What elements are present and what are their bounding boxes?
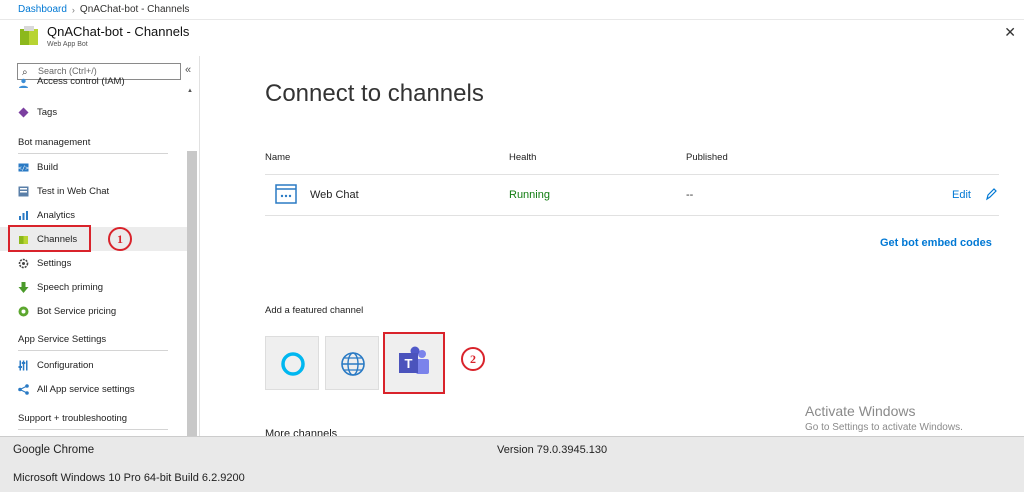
web-channel-tile[interactable] xyxy=(325,336,379,390)
channel-name[interactable]: Web Chat xyxy=(310,189,359,201)
code-icon: </> xyxy=(18,163,29,172)
section-title: Connect to channels xyxy=(265,80,484,107)
sidebar-item-tags[interactable]: Tags xyxy=(0,100,187,124)
breadcrumb-bar: Dashboard › QnAChat-bot - Channels xyxy=(0,0,1024,20)
table-divider xyxy=(265,215,999,216)
sidebar-item-test-web-chat[interactable]: Test in Web Chat xyxy=(0,179,187,203)
get-bot-embed-codes-link[interactable]: Get bot embed codes xyxy=(880,237,992,249)
section-support: Support + troubleshooting xyxy=(18,413,168,430)
sidebar-item-label: Build xyxy=(37,161,59,173)
webchat-icon xyxy=(275,184,297,204)
page-title: QnAChat-bot - Channels xyxy=(47,24,190,39)
table-divider xyxy=(265,174,999,175)
chevron-right-icon: › xyxy=(71,4,75,15)
channel-published: -- xyxy=(686,189,694,201)
web-icon xyxy=(341,352,365,376)
sidebar-item-label: Settings xyxy=(37,257,72,269)
collapse-sidebar-icon[interactable]: « xyxy=(185,64,191,76)
search-placeholder: Search (Ctrl+/) xyxy=(38,66,97,76)
breadcrumb-dashboard[interactable]: Dashboard xyxy=(18,4,67,15)
sidebar-item-label: Configuration xyxy=(37,359,94,371)
sidebar-item-label: Speech priming xyxy=(37,281,104,293)
more-channels-heading: More channels xyxy=(265,428,338,436)
column-header-health: Health xyxy=(509,152,537,163)
sidebar-item-label: Bot Service pricing xyxy=(37,305,117,317)
teams-channel-tile[interactable]: T xyxy=(383,332,445,394)
sidebar-item-label: All App service settings xyxy=(37,383,135,395)
sidebar-item-access-control[interactable]: Access control (IAM) xyxy=(0,76,187,94)
sidebar-item-speech-priming[interactable]: Speech priming xyxy=(0,275,187,299)
activation-watermark-title: Activate Windows xyxy=(805,403,916,419)
edit-link[interactable]: Edit xyxy=(952,189,971,201)
cortana-icon xyxy=(281,352,305,376)
people-icon xyxy=(19,78,28,88)
section-app-service-settings: App Service Settings xyxy=(18,334,168,351)
breadcrumb: Dashboard › QnAChat-bot - Channels xyxy=(18,4,189,15)
sidebar-item-settings[interactable]: Settings xyxy=(0,251,187,275)
close-icon[interactable]: ✕ xyxy=(1004,24,1016,41)
cortana-channel-tile[interactable] xyxy=(265,336,319,390)
sidebar-item-build[interactable]: </> Build xyxy=(0,155,187,179)
page-subtitle: Web App Bot xyxy=(47,41,88,48)
sidebar-item-all-app-service-settings[interactable]: All App service settings xyxy=(0,377,187,401)
breadcrumb-current: QnAChat-bot - Channels xyxy=(79,4,190,15)
annotation-step-1: 1 xyxy=(108,227,132,251)
annotation-step-2: 2 xyxy=(461,347,485,371)
main-content: Connect to channels Name Health Publishe… xyxy=(201,56,1024,436)
sidebar-item-bot-service-pricing[interactable]: Bot Service pricing xyxy=(0,299,187,323)
activation-watermark-subtitle: Go to Settings to activate Windows. xyxy=(805,422,963,433)
sidebar-item-label: Test in Web Chat xyxy=(37,185,110,197)
svg-text:T: T xyxy=(405,356,413,371)
channel-health: Running xyxy=(509,189,550,201)
sidebar-item-label: Analytics xyxy=(37,209,76,221)
network-icon xyxy=(18,383,29,395)
sliders-icon xyxy=(18,360,28,370)
sidebar: ⌕ Search (Ctrl+/) « ▲ Access control (IA… xyxy=(0,56,200,436)
chat-icon xyxy=(18,186,29,196)
browser-version: Version 79.0.3945.130 xyxy=(497,444,608,456)
os-info: Microsoft Windows 10 Pro 64-bit Build 6.… xyxy=(13,472,245,484)
tag-icon xyxy=(18,107,29,117)
teams-icon: T xyxy=(399,346,429,374)
sidebar-item-label: Tags xyxy=(37,106,58,118)
column-header-name: Name xyxy=(265,152,291,163)
annotation-highlight-channels xyxy=(8,225,91,252)
browser-name: Google Chrome xyxy=(13,444,95,456)
edit-pencil-icon[interactable] xyxy=(985,187,997,201)
chart-icon xyxy=(19,210,28,220)
sidebar-item-label: Access control (IAM) xyxy=(37,76,125,87)
pricing-icon xyxy=(18,306,29,316)
sidebar-item-configuration[interactable]: Configuration xyxy=(0,353,187,377)
featured-channel-heading: Add a featured channel xyxy=(265,305,364,316)
column-header-published: Published xyxy=(686,152,728,163)
bot-channels-icon xyxy=(20,26,38,45)
gear-icon xyxy=(18,258,29,268)
download-icon xyxy=(18,281,29,293)
sidebar-scrollbar[interactable] xyxy=(187,151,197,436)
blade-header: QnAChat-bot - Channels Web App Bot ✕ xyxy=(0,20,1024,56)
svg-text:</>: </> xyxy=(18,165,29,172)
system-info-bar: Google Chrome Version 79.0.3945.130 Micr… xyxy=(0,436,1024,492)
scroll-up-icon[interactable]: ▲ xyxy=(187,88,193,94)
sidebar-item-analytics[interactable]: Analytics xyxy=(0,203,187,227)
section-bot-management: Bot management xyxy=(18,137,168,154)
